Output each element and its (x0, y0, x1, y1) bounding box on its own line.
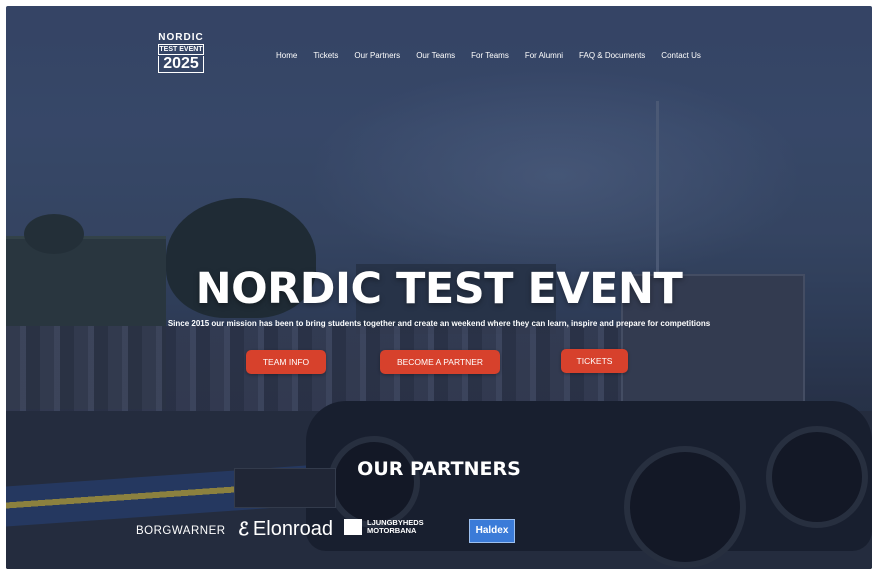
team-info-button[interactable]: TEAM INFO (246, 350, 326, 374)
become-partner-button[interactable]: BECOME A PARTNER (380, 350, 500, 374)
partners-heading: OUR PARTNERS (357, 458, 521, 480)
partner-logo-haldex[interactable]: Haldex (469, 519, 515, 543)
nav-for-teams[interactable]: For Teams (463, 46, 517, 66)
tickets-button[interactable]: TICKETS (561, 349, 628, 373)
hero-title: NORDIC TEST EVENT (195, 264, 683, 314)
logo-line-3: 2025 (158, 56, 204, 73)
partner-logo-ljungbyheds[interactable]: LJUNGBYHEDS MOTORBANA (344, 519, 459, 535)
nav-tickets[interactable]: Tickets (305, 46, 346, 66)
elonroad-mark-icon: ℰ (238, 519, 249, 539)
nav-faq-documents[interactable]: FAQ & Documents (571, 46, 653, 66)
hero-subtitle: Since 2015 our mission has been to bring… (167, 319, 711, 328)
logo-line-2: TEST EVENT (158, 44, 204, 55)
ljungbyheds-mark-icon (344, 519, 362, 535)
partner-logo-elonroad[interactable]: ℰ Elonroad (238, 518, 333, 541)
nav-for-alumni[interactable]: For Alumni (517, 46, 571, 66)
nav-home[interactable]: Home (268, 46, 305, 66)
nav-contact-us[interactable]: Contact Us (653, 46, 709, 66)
site-logo[interactable]: NORDIC TEST EVENT 2025 (156, 33, 206, 78)
main-navigation: Home Tickets Our Partners Our Teams For … (268, 46, 709, 66)
logo-line-1: NORDIC (158, 32, 204, 43)
ljungbyheds-wordmark: LJUNGBYHEDS MOTORBANA (367, 518, 424, 535)
elonroad-wordmark: Elonroad (252, 518, 333, 540)
nav-our-teams[interactable]: Our Teams (408, 46, 463, 66)
partner-logo-borgwarner[interactable]: BORGWARNER (136, 525, 226, 537)
hero-section: NORDIC TEST EVENT 2025 Home Tickets Our … (6, 6, 872, 569)
nav-our-partners[interactable]: Our Partners (346, 46, 408, 66)
